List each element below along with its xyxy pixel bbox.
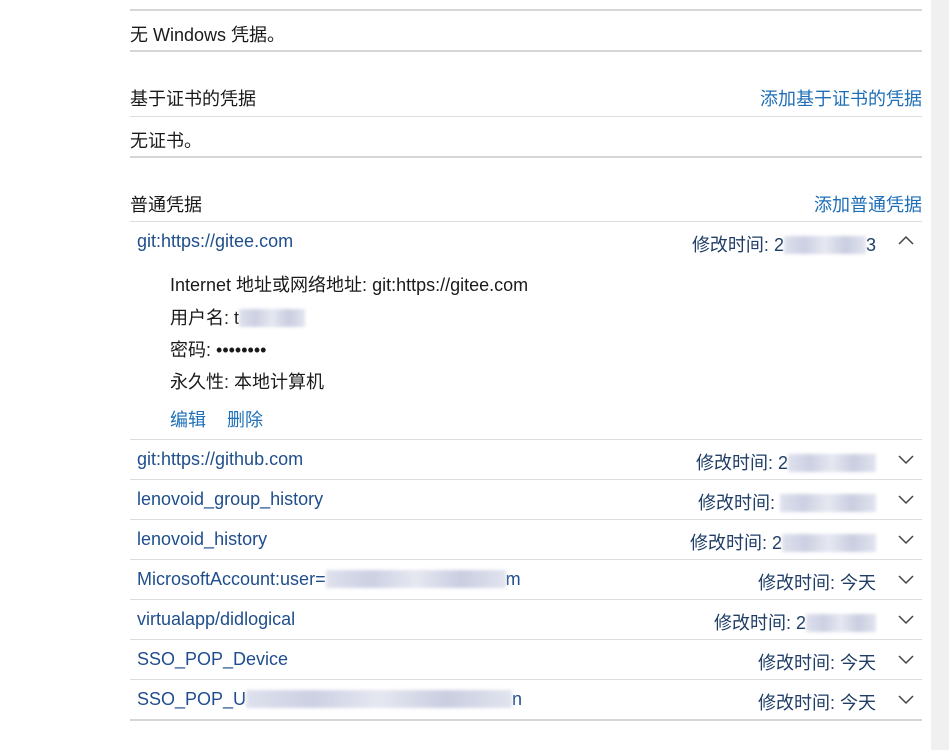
credential-persistence: 永久性: 本地计算机: [170, 368, 324, 394]
password-value: ••••••••: [216, 340, 267, 360]
modified-value: 今天: [840, 653, 876, 673]
windows-creds-empty-text: 无 Windows 凭据。: [130, 25, 286, 45]
modified-label: 修改时间:: [757, 693, 835, 713]
edit-link[interactable]: 编辑: [170, 410, 206, 430]
chevron-down-icon[interactable]: [896, 689, 916, 709]
generic-creds-header: 普通凭据 添加普通凭据: [130, 191, 922, 215]
credential-name: SSO_POP_Device: [137, 649, 289, 669]
credential-actions: 编辑 删除: [170, 406, 279, 432]
add-generic-cred-link[interactable]: 添加普通凭据: [814, 191, 922, 217]
modified-value: 今天: [840, 693, 876, 713]
persistence-value: 本地计算机: [234, 372, 325, 392]
modified-prefix: 2: [773, 235, 784, 255]
add-cert-cred-link[interactable]: 添加基于证书的凭据: [760, 85, 922, 111]
credential-name: lenovoid_group_history: [137, 489, 324, 509]
credential-row[interactable]: SSO_POP_Device 修改时间: 今天: [130, 641, 922, 679]
credential-row[interactable]: virtualapp/didlogical 修改时间: 2: [130, 601, 922, 639]
credential-row-expanded[interactable]: git:https://gitee.com 修改时间: 2 3: [130, 223, 922, 261]
redacted-blur: [246, 690, 513, 708]
persistence-label: 永久性:: [170, 372, 230, 392]
modified-label: 修改时间:: [713, 613, 791, 633]
redacted-blur: [783, 236, 866, 254]
delete-link[interactable]: 删除: [227, 410, 263, 430]
credential-name: lenovoid_history: [137, 529, 268, 549]
divider: [130, 479, 922, 480]
credential-modified: 修改时间: 今天: [758, 569, 876, 595]
modified-prefix: 2: [777, 453, 788, 473]
credential-modified: 修改时间: 今天: [758, 649, 876, 675]
credential-name-suffix: m: [505, 569, 521, 589]
cert-creds-empty-text: 无证书。: [130, 131, 202, 151]
credential-row[interactable]: lenovoid_history 修改时间: 2: [130, 521, 922, 559]
address-value: git:https://gitee.com: [372, 275, 529, 295]
redacted-blur: [788, 454, 876, 472]
modified-suffix: 3: [865, 235, 876, 255]
redacted-blur: [239, 309, 306, 327]
credential-password: 密码: ••••••••: [170, 336, 266, 362]
divider: [130, 50, 922, 52]
chevron-down-icon[interactable]: [896, 449, 916, 469]
credential-name: SSO_POP_U n: [137, 689, 522, 710]
divider: [130, 559, 922, 560]
divider: [130, 439, 922, 440]
credential-modified: 修改时间: 2: [696, 449, 876, 475]
divider: [130, 599, 922, 600]
scrollbar[interactable]: [931, 0, 949, 750]
credential-address: Internet 地址或网络地址: git:https://gitee.com: [170, 271, 528, 297]
credential-modified: 修改时间: 今天: [758, 689, 876, 715]
divider: [130, 156, 922, 158]
cert-creds-title: 基于证书的凭据: [130, 89, 256, 109]
credential-name-prefix: MicrosoftAccount:user=: [137, 569, 326, 589]
credential-username: 用户名: t: [170, 304, 306, 330]
modified-label: 修改时间:: [757, 573, 835, 593]
address-label: Internet 地址或网络地址:: [170, 275, 368, 295]
generic-creds-title: 普通凭据: [130, 195, 202, 215]
modified-value: 今天: [840, 573, 876, 593]
divider: [130, 679, 922, 680]
chevron-down-icon[interactable]: [896, 609, 916, 629]
modified-prefix: 2: [795, 613, 806, 633]
credential-modified: 修改时间: 2 3: [692, 231, 876, 257]
credential-name-prefix: SSO_POP_U: [137, 689, 247, 709]
divider: [130, 9, 922, 11]
redacted-blur: [325, 570, 506, 588]
credential-modified: 修改时间: 2: [690, 529, 876, 555]
redacted-blur: [806, 614, 876, 632]
credential-name: git:https://gitee.com: [137, 231, 294, 251]
modified-label: 修改时间:: [695, 453, 773, 473]
credential-name: git:https://github.com: [137, 449, 304, 469]
credential-name: virtualapp/didlogical: [137, 609, 296, 629]
chevron-down-icon[interactable]: [896, 569, 916, 589]
divider: [130, 519, 922, 520]
modified-prefix: 2: [771, 533, 782, 553]
divider: [130, 221, 922, 222]
divider: [130, 719, 922, 721]
divider: [130, 639, 922, 640]
modified-label: 修改时间:: [757, 653, 835, 673]
redacted-blur: [780, 494, 876, 512]
credential-name: MicrosoftAccount:user= m: [137, 569, 521, 590]
modified-label: 修改时间:: [691, 235, 769, 255]
modified-label: 修改时间:: [697, 493, 775, 513]
credential-row[interactable]: SSO_POP_U n 修改时间: 今天: [130, 681, 922, 719]
credential-row[interactable]: lenovoid_group_history 修改时间:: [130, 481, 922, 519]
chevron-up-icon[interactable]: [896, 231, 916, 251]
credential-modified: 修改时间:: [698, 489, 876, 515]
chevron-down-icon[interactable]: [896, 489, 916, 509]
credential-row[interactable]: MicrosoftAccount:user= m 修改时间: 今天: [130, 561, 922, 599]
cert-creds-header: 基于证书的凭据 添加基于证书的凭据: [130, 85, 922, 109]
credential-row[interactable]: git:https://github.com 修改时间: 2: [130, 441, 922, 479]
redacted-blur: [782, 534, 876, 552]
chevron-down-icon[interactable]: [896, 529, 916, 549]
password-label: 密码:: [170, 340, 212, 360]
credential-modified: 修改时间: 2: [714, 609, 876, 635]
modified-label: 修改时间:: [689, 533, 767, 553]
username-label: 用户名:: [170, 308, 230, 328]
credential-name-suffix: n: [512, 689, 523, 709]
divider: [130, 116, 922, 117]
chevron-down-icon[interactable]: [896, 649, 916, 669]
